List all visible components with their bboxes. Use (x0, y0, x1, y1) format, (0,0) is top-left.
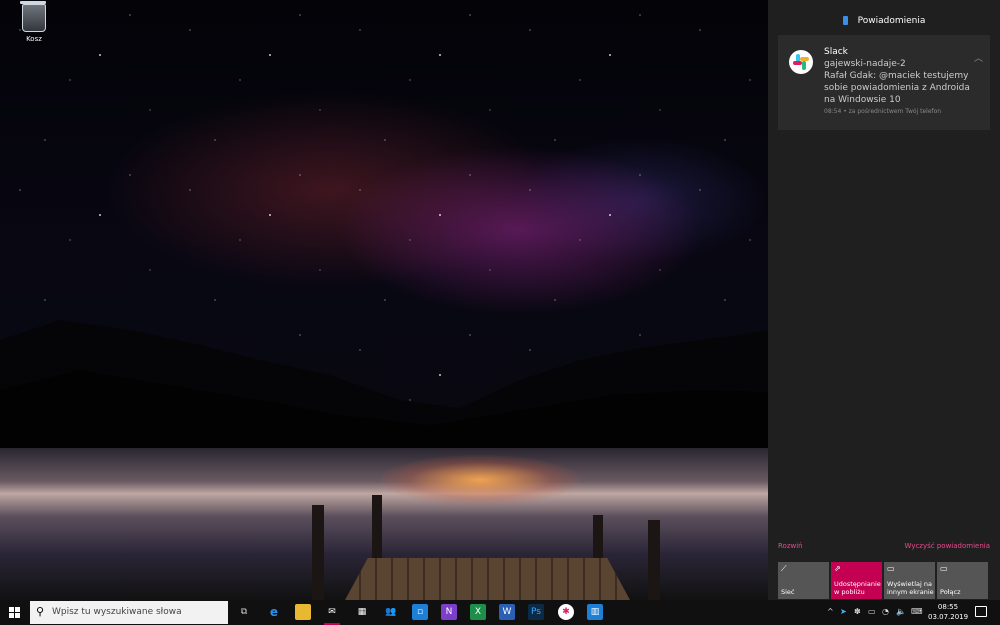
keyboard-icon[interactable]: ⌨ (911, 607, 923, 616)
onenote-icon[interactable]: N (441, 604, 457, 620)
clear-notifications-link[interactable]: Wyczyść powiadomienia (905, 542, 990, 550)
bluetooth-icon[interactable]: ✽ (854, 607, 861, 616)
quick-action-label: Udostępnianie w pobliżu (834, 580, 881, 596)
excel-icon[interactable]: X (470, 604, 486, 620)
slack-taskbar-icon[interactable]: ✱ (558, 604, 574, 620)
battery-icon[interactable]: ▭ (868, 607, 876, 616)
action-center-title: Powiadomienia (857, 16, 926, 26)
word-icon[interactable]: W (499, 604, 515, 620)
taskbar-search-box[interactable]: ⚲ Wpisz tu wyszukiwane słowa (30, 601, 228, 624)
connect-icon: ▭ (940, 564, 948, 573)
project-icon: ▭ (887, 564, 895, 573)
quick-action-label: Sieć (781, 588, 795, 596)
calendar-icon[interactable]: ▦ (354, 604, 370, 620)
telegram-icon[interactable]: ➤ (840, 607, 847, 616)
action-center-header: Powiadomienia (768, 16, 1000, 26)
file-explorer-icon[interactable] (295, 604, 311, 620)
desktop-icon-recycle-bin[interactable]: Kosz (14, 1, 54, 43)
chevron-up-icon[interactable]: ︿ (974, 51, 983, 64)
clock-time: 08:55 (937, 603, 959, 611)
search-icon: ⚲ (36, 605, 45, 618)
taskbar-clock[interactable]: 08:55 03.07.2019 (928, 602, 968, 622)
quick-action-label: Wyświetlaj na innym ekranie (887, 580, 934, 596)
wallpaper-dock (345, 558, 630, 600)
quick-action-connect[interactable]: ▭ Połącz (937, 562, 988, 599)
desktop: Kosz (0, 0, 768, 600)
notification-channel: gajewski-nadaje-2 (824, 59, 906, 69)
recycle-bin-icon (20, 1, 46, 32)
notification-app-name: Slack (824, 47, 848, 57)
notification-card[interactable]: Slack gajewski-nadaje-2 Rafał Gdak: @mac… (778, 35, 990, 130)
clock-date: 03.07.2019 (928, 613, 969, 621)
quick-action-project[interactable]: ▭ Wyświetlaj na innym ekranie (884, 562, 935, 599)
task-view-icon[interactable]: ⧉ (236, 604, 252, 620)
dock-post (312, 505, 324, 600)
wifi-icon[interactable]: ◔ (882, 607, 889, 616)
expand-link[interactable]: Rozwiń (778, 542, 803, 550)
wallpaper-mountains (0, 320, 768, 460)
quick-action-nearby-share[interactable]: ⇗ Udostępnianie w pobliżu (831, 562, 882, 599)
quick-action-label: Połącz (940, 588, 961, 596)
chevron-up-icon[interactable]: ^ (827, 607, 834, 616)
network-icon: ⟋ (781, 564, 787, 573)
action-center: Powiadomienia Slack gajewski-nadaje-2 Ra… (768, 0, 1000, 600)
wallpaper-sunset-glow (380, 455, 580, 505)
action-center-icon[interactable] (975, 606, 987, 617)
edge-icon[interactable]: e (266, 604, 282, 620)
start-button[interactable] (9, 607, 20, 618)
trello-icon[interactable]: ▥ (587, 604, 603, 620)
mail-icon[interactable]: ✉ (324, 604, 340, 620)
dock-post (648, 520, 660, 600)
phone-icon (842, 16, 848, 25)
nearby-share-icon: ⇗ (834, 564, 841, 573)
slack-logo-icon (789, 50, 813, 74)
photoshop-icon[interactable]: Ps (528, 604, 544, 620)
people-icon[interactable]: 👥 (383, 604, 399, 620)
taskbar: ⚲ Wpisz tu wyszukiwane słowa ⧉ e ✉ ▦ 👥 ▫… (0, 600, 1000, 625)
desktop-icon-label: Kosz (26, 35, 42, 43)
your-phone-icon[interactable]: ▫ (412, 604, 428, 620)
search-placeholder: Wpisz tu wyszukiwane słowa (52, 607, 182, 617)
quick-action-network[interactable]: ⟋ Sieć (778, 562, 829, 599)
notification-meta: 08:54 • za pośrednictwem Twój telefon (824, 108, 942, 115)
volume-icon[interactable]: 🔈 (896, 607, 906, 616)
notification-message: Rafał Gdak: @maciek testujemy sobie powi… (824, 71, 970, 105)
